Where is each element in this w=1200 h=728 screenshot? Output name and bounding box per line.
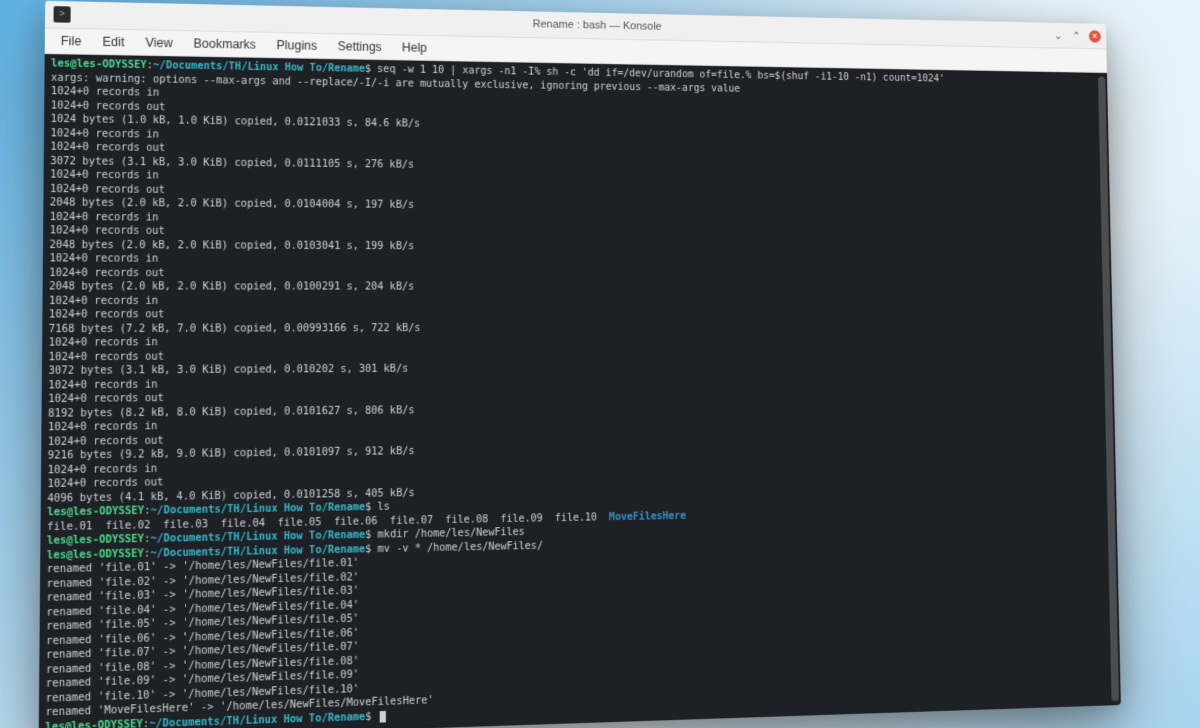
menu-settings[interactable]: Settings <box>328 36 391 57</box>
terminal-line: 1024+0 records out <box>49 266 1106 281</box>
terminal-icon <box>54 6 71 23</box>
terminal-line: 2048 bytes (2.0 kB, 2.0 KiB) copied, 0.0… <box>49 280 1106 294</box>
minimize-button[interactable]: ⌄ <box>1052 29 1063 41</box>
menu-bookmarks[interactable]: Bookmarks <box>184 33 265 55</box>
terminal-line: 1024+0 records in <box>49 294 1107 308</box>
menu-plugins[interactable]: Plugins <box>267 35 326 56</box>
konsole-window: Rename : bash — Konsole ⌄ ⌃ × File Edit … <box>39 1 1121 728</box>
menu-edit[interactable]: Edit <box>93 31 134 52</box>
menu-file[interactable]: File <box>51 31 91 52</box>
menu-help[interactable]: Help <box>393 37 436 58</box>
menu-view[interactable]: View <box>136 32 182 53</box>
cursor <box>380 710 386 722</box>
terminal-viewport[interactable]: les@les-ODYSSEY:~/Documents/TH/Linux How… <box>39 54 1121 728</box>
close-button[interactable]: × <box>1089 30 1101 43</box>
desktop-background: Rename : bash — Konsole ⌄ ⌃ × File Edit … <box>0 0 1200 728</box>
window-controls: ⌄ ⌃ × <box>1052 29 1100 42</box>
maximize-button[interactable]: ⌃ <box>1071 30 1082 42</box>
